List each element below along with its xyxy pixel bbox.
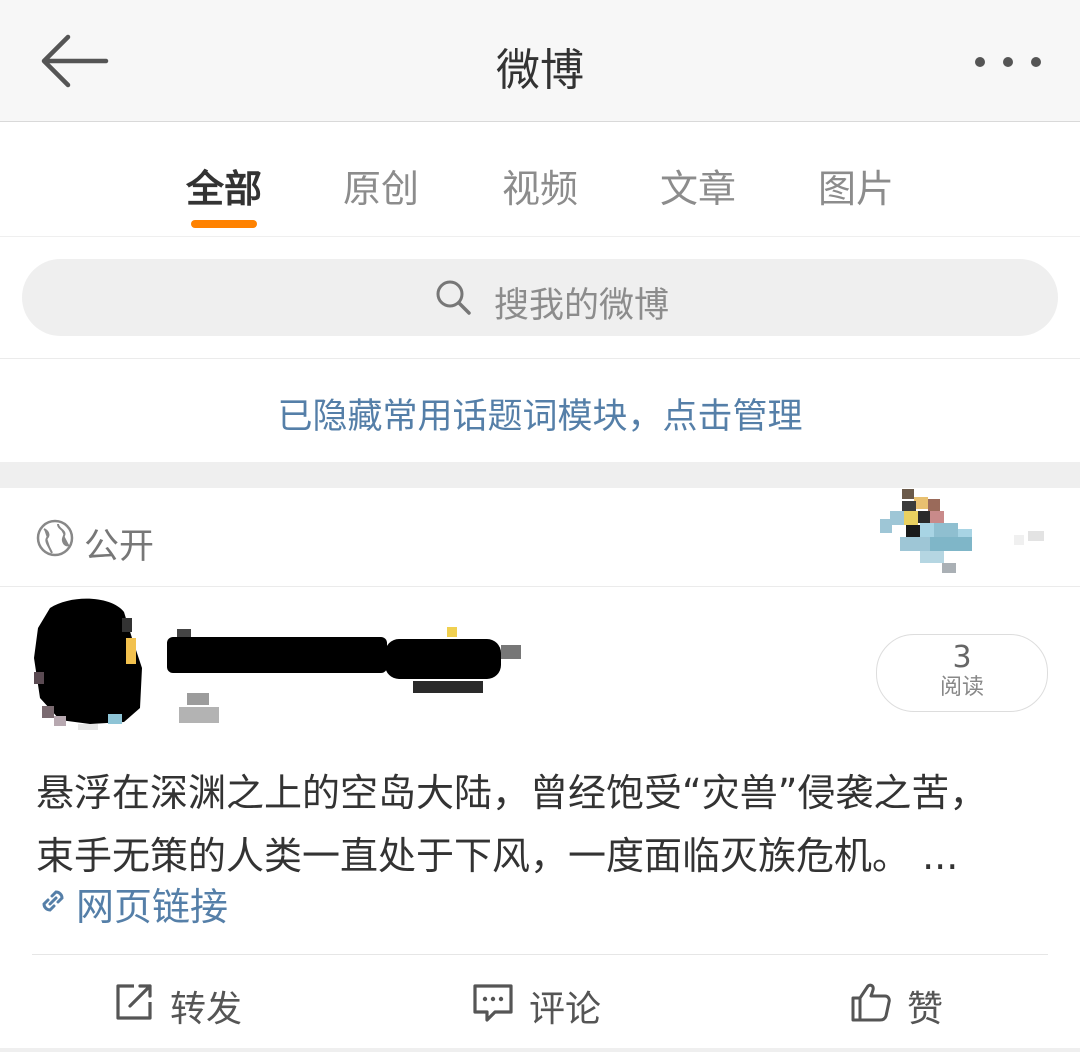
post-body[interactable]: 悬浮在深渊之上的空岛大陆，曾经饱受“灾兽”侵袭之苦， 束手无策的人类一直处于下风… — [36, 762, 1046, 888]
username-redacted[interactable] — [165, 625, 525, 725]
like-button[interactable]: 赞 — [849, 978, 959, 1030]
page-title: 微博 — [496, 45, 584, 96]
tab-all[interactable]: 全部 — [174, 158, 274, 213]
globe-icon — [36, 519, 74, 557]
link-text: 网页链接 — [76, 885, 229, 929]
comment-icon — [473, 984, 513, 1022]
divider — [32, 954, 1048, 955]
tab-article[interactable]: 文章 — [648, 158, 748, 213]
more-icon[interactable] — [972, 44, 1044, 80]
search-placeholder: 搜我的微博 — [494, 286, 670, 326]
read-count-badge: 3 阅读 — [876, 634, 1048, 712]
post-visibility-row: 公开 — [0, 489, 1080, 587]
top-bar: 微博 — [0, 0, 1080, 122]
section-gap — [0, 462, 1080, 488]
divider — [0, 358, 1080, 359]
repost-button[interactable]: 转发 — [112, 978, 262, 1030]
search-input[interactable]: 搜我的微博 — [22, 259, 1058, 336]
tab-image[interactable]: 图片 — [806, 158, 906, 213]
like-label: 赞 — [907, 989, 944, 1030]
comment-label: 评论 — [529, 989, 602, 1030]
link-icon — [42, 890, 64, 912]
tab-video[interactable]: 视频 — [490, 158, 590, 213]
read-label: 阅读 — [939, 675, 984, 700]
active-tab-indicator — [191, 220, 257, 228]
read-count: 3 — [952, 640, 972, 675]
hidden-topics-notice[interactable]: 已隐藏常用话题词模块，点击管理 — [0, 388, 1080, 439]
comment-button[interactable]: 评论 — [471, 978, 621, 1030]
repost-label: 转发 — [170, 989, 243, 1030]
tab-original[interactable]: 原创 — [331, 158, 431, 213]
bottom-divider — [0, 1048, 1080, 1052]
like-icon — [851, 983, 891, 1022]
search-icon — [436, 280, 471, 315]
visibility-label: 公开 — [84, 527, 155, 567]
sticker-image — [880, 489, 1044, 573]
repost-icon — [116, 984, 152, 1020]
post-text-line: 悬浮在深渊之上的空岛大陆，曾经饱受“灾兽”侵袭之苦， — [36, 771, 988, 815]
tab-bar: 全部 原创 视频 文章 图片 — [0, 122, 1080, 237]
avatar[interactable] — [32, 598, 150, 730]
